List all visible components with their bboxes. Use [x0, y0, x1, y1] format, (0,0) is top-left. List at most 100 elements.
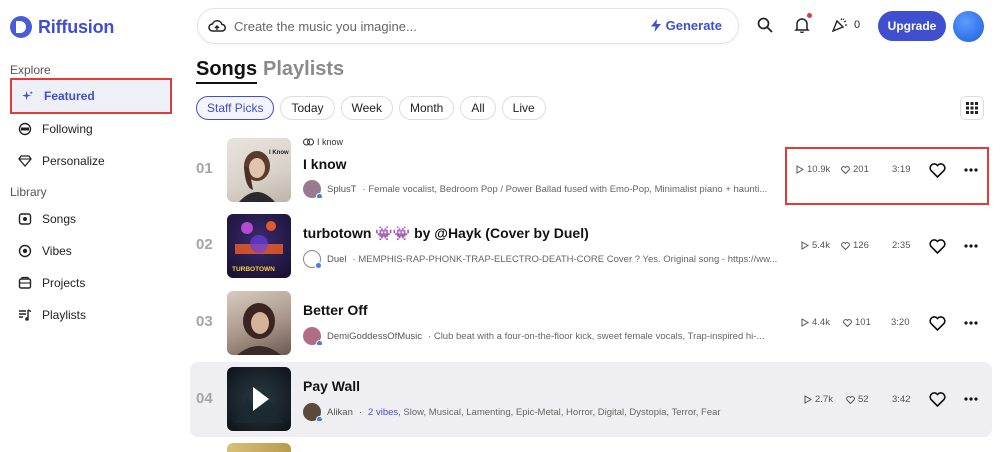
song-meta: DemiGoddessOfMusic · Club beat with a fo… [303, 327, 785, 345]
song-description: · Female vocalist, Bedroom Pop / Power B… [362, 183, 768, 195]
search-bar[interactable]: Create the music you imagine... Generate [197, 8, 739, 44]
song-cover[interactable]: I Know [227, 138, 291, 202]
song-row[interactable]: 04 Pay Wall Alikan · 2 vibes , Slow, Mus… [190, 362, 992, 437]
like-button[interactable] [927, 236, 947, 256]
heart-small-icon [841, 241, 850, 250]
song-duration: 2:35 [892, 240, 911, 251]
credits-counter[interactable]: 0 [832, 18, 860, 32]
explore-section-label: Explore [10, 63, 51, 77]
party-popper-icon [832, 18, 847, 32]
tab-songs[interactable]: Songs [196, 58, 258, 84]
filter-today[interactable]: Today [280, 96, 335, 120]
vibes-icon [18, 244, 32, 258]
song-cover[interactable] [227, 291, 291, 355]
like-count-value: 52 [858, 394, 869, 405]
author-avatar[interactable] [303, 180, 323, 198]
heart-small-icon [846, 395, 855, 404]
like-count: 52 [846, 394, 869, 405]
play-count: 5.4k [801, 240, 830, 251]
song-rank: 02 [196, 236, 213, 253]
more-options-button[interactable] [962, 389, 980, 409]
more-options-button[interactable] [962, 313, 980, 333]
author-name[interactable]: SplusT [327, 184, 357, 195]
upgrade-button[interactable]: Upgrade [878, 11, 946, 41]
cover-text: TURBOTOWN [232, 266, 275, 273]
sidebar-item-label: Songs [42, 212, 77, 226]
grid-view-button[interactable] [960, 96, 984, 120]
bolt-icon [650, 19, 661, 32]
author-avatar[interactable] [303, 250, 322, 268]
song-cover[interactable] [227, 367, 291, 431]
app-name: Riffusion [38, 16, 115, 37]
verified-icon [316, 416, 323, 421]
heart-icon [928, 238, 946, 254]
song-row[interactable]: 03 Better Off DemiGoddessOfMusic · Club … [190, 287, 992, 359]
play-count-value: 2.7k [815, 394, 833, 405]
more-options-button[interactable] [962, 236, 980, 256]
like-count: 126 [841, 240, 869, 251]
like-button[interactable] [927, 313, 947, 333]
song-rank: 03 [196, 313, 213, 330]
sidebar-item-label: Vibes [42, 244, 72, 258]
filter-all[interactable]: All [460, 96, 496, 120]
sidebar-item-playlists[interactable]: Playlists [10, 299, 170, 331]
song-description: , Slow, Musical, Lamenting, Epic-Metal, … [398, 406, 721, 418]
remix-tag[interactable]: I know [303, 137, 343, 147]
sparkle-icon [20, 89, 34, 103]
play-icon [801, 241, 809, 250]
song-row[interactable]: 02 TURBOTOWN turbotown 👾👾 by @Hayk (Cove… [190, 210, 992, 282]
filter-chips: Staff Picks Today Week Month All Live [196, 96, 546, 120]
author-avatar[interactable] [303, 327, 323, 345]
song-title[interactable]: Better Off [303, 302, 368, 318]
sidebar-item-songs[interactable]: Songs [10, 203, 170, 235]
app-logo[interactable]: Riffusion [10, 16, 114, 38]
song-title[interactable]: Pay Wall [303, 378, 360, 394]
like-count: 101 [843, 317, 871, 328]
tab-playlists[interactable]: Playlists [263, 58, 344, 81]
sidebar-item-label: Featured [44, 89, 95, 103]
song-title[interactable]: turbotown 👾👾 by @Hayk (Cover by Duel) [303, 225, 589, 242]
library-section-label: Library [10, 185, 47, 199]
sidebar-item-featured[interactable]: Featured [10, 78, 172, 114]
sidebar-item-personalize[interactable]: Personalize [10, 145, 170, 177]
cover-text: I Know [269, 150, 289, 156]
heart-small-icon [843, 318, 852, 327]
sidebar-item-projects[interactable]: Projects [10, 267, 170, 299]
author-avatar[interactable] [303, 403, 323, 421]
sidebar-item-label: Following [42, 122, 93, 136]
heart-icon [928, 315, 946, 331]
sidebar-item-following[interactable]: Following [10, 113, 170, 145]
verified-icon [316, 340, 323, 345]
filter-week[interactable]: Week [340, 96, 393, 120]
ellipsis-icon [964, 321, 978, 325]
song-rank: 04 [196, 390, 213, 407]
meta-separator: · [358, 406, 363, 418]
like-count-value: 101 [855, 317, 871, 328]
play-count-value: 4.4k [812, 317, 830, 328]
song-duration: 3:20 [891, 317, 910, 328]
filter-live[interactable]: Live [501, 96, 546, 120]
song-title[interactable]: I know [303, 156, 347, 172]
play-count: 4.4k [801, 317, 830, 328]
ellipsis-icon [964, 397, 978, 401]
author-name[interactable]: Alikan [327, 407, 353, 418]
song-cover[interactable]: TURBOTOWN [227, 214, 291, 278]
play-count: 2.7k [804, 394, 833, 405]
search-icon[interactable] [751, 11, 779, 39]
generate-label: Generate [665, 18, 722, 33]
heart-icon [928, 391, 946, 407]
author-name[interactable]: DemiGoddessOfMusic [327, 331, 422, 342]
user-avatar[interactable] [953, 11, 984, 42]
generate-button[interactable]: Generate [650, 18, 722, 33]
notification-dot [807, 13, 812, 18]
search-input[interactable]: Create the music you imagine... [234, 19, 417, 34]
filter-staff-picks[interactable]: Staff Picks [196, 96, 275, 120]
cloud-upload-icon[interactable] [208, 18, 226, 39]
author-name[interactable]: Duel [327, 254, 347, 265]
vibes-link[interactable]: 2 vibes [368, 407, 398, 418]
filter-month[interactable]: Month [398, 96, 455, 120]
like-button[interactable] [927, 389, 947, 409]
notification-bell-icon[interactable] [788, 11, 816, 39]
sidebar-item-label: Projects [42, 276, 86, 290]
sidebar-item-vibes[interactable]: Vibes [10, 235, 170, 267]
